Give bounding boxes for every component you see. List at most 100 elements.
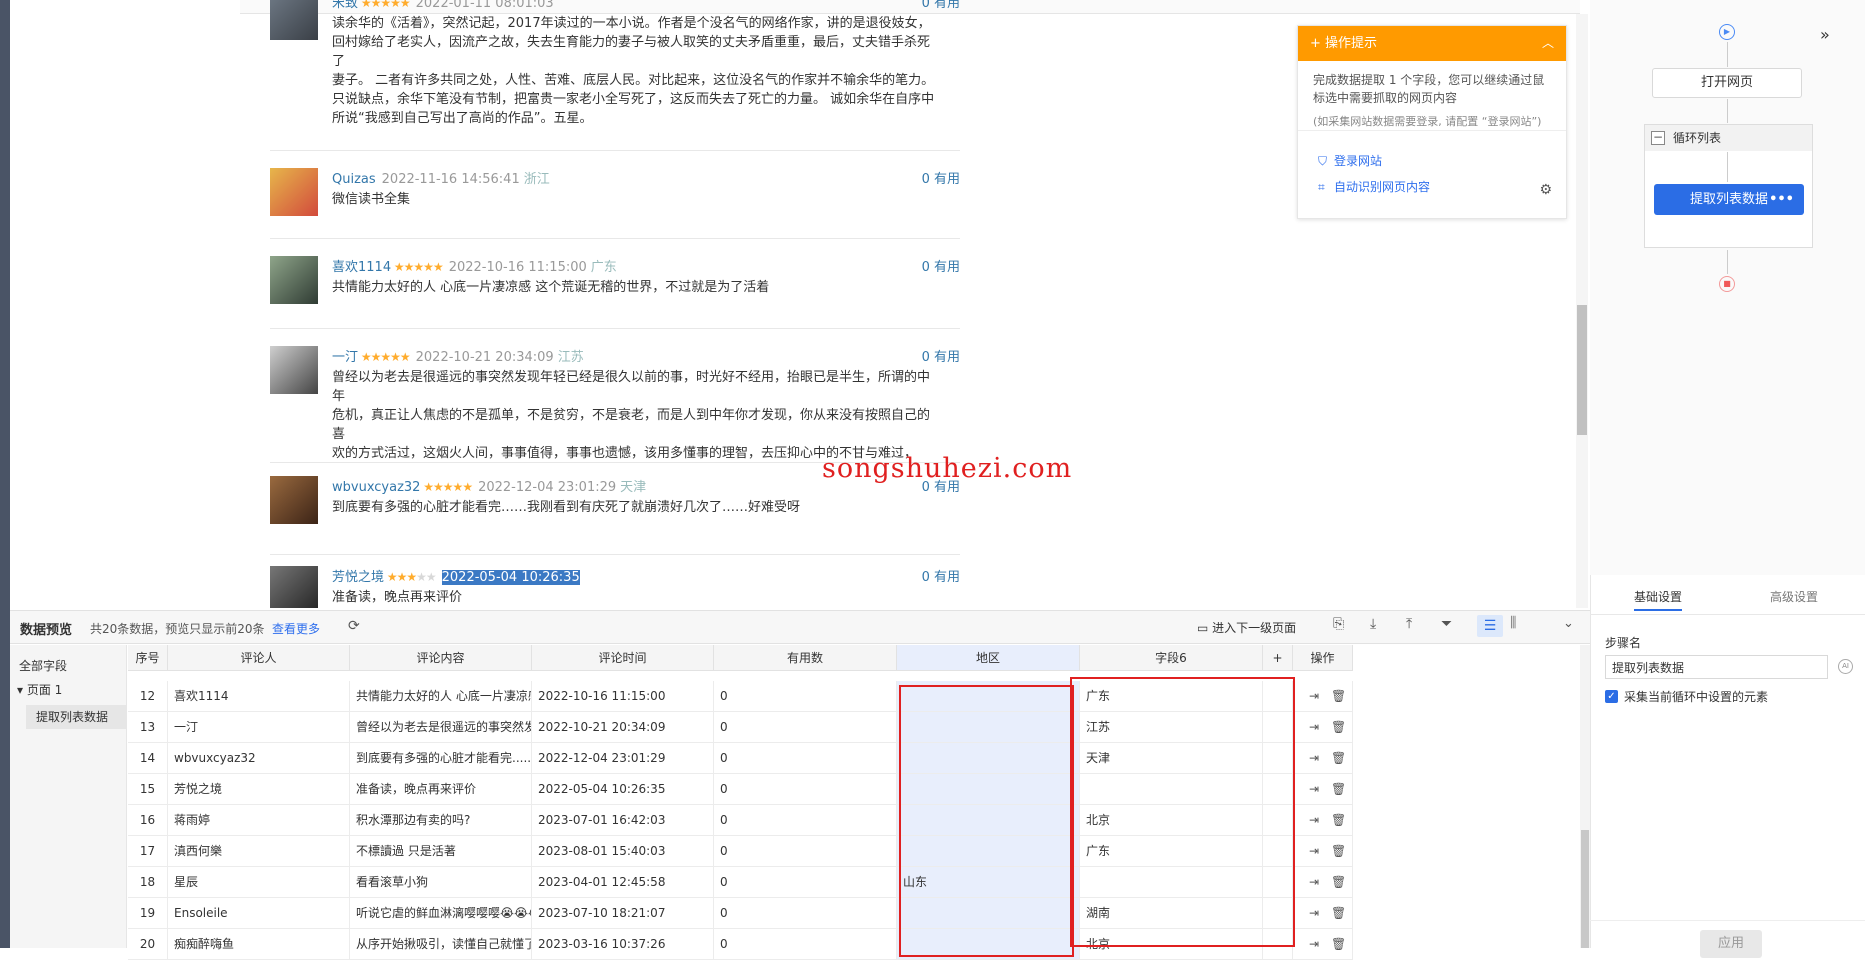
table-cell[interactable]: 18	[128, 867, 168, 898]
column-view-icon[interactable]: ⫼	[1510, 615, 1516, 631]
table-cell[interactable]: 16	[128, 805, 168, 836]
table-cell[interactable]: 2023-03-16 10:37:26	[532, 929, 714, 960]
refresh-icon[interactable]: ⟳	[348, 618, 360, 634]
trash-icon[interactable]: 🗑	[1331, 774, 1346, 804]
trash-icon[interactable]: 🗑	[1331, 836, 1346, 866]
table-cell[interactable]: 看看滚草小狗	[350, 867, 532, 898]
gear-icon[interactable]: ⚙	[1539, 182, 1552, 198]
tree-page-1[interactable]: ▾ 页面 1	[17, 681, 62, 698]
tip-header[interactable]: + 操作提示 ︿	[1298, 26, 1566, 61]
add-page-icon[interactable]: ⎘	[1333, 616, 1344, 632]
table-cell[interactable]: 积水潭那边有卖的吗?	[350, 805, 532, 836]
avatar[interactable]	[270, 476, 318, 524]
flow-open-page[interactable]: 打开网页	[1652, 68, 1802, 98]
trash-icon[interactable]: 🗑	[1331, 929, 1346, 959]
useful-vote-link[interactable]: 0 有用	[922, 256, 960, 275]
useful-vote-link[interactable]: 0 有用	[922, 346, 960, 365]
upload-icon[interactable]: ⤒	[1406, 616, 1412, 632]
double-chevron-right-icon[interactable]: »	[1820, 25, 1830, 44]
jump-icon[interactable]: ⇥	[1309, 805, 1319, 835]
jump-icon[interactable]: ⇥	[1309, 898, 1319, 928]
jump-icon[interactable]: ⇥	[1309, 867, 1319, 897]
table-cell[interactable]: 14	[128, 743, 168, 774]
table-cell[interactable]: 2022-12-04 23:01:29	[532, 743, 714, 774]
view-more-link[interactable]: 查看更多	[272, 620, 320, 637]
collapse-icon[interactable]: −	[1651, 131, 1665, 145]
useful-vote-link[interactable]: 0 有用	[922, 168, 960, 187]
table-cell[interactable]: 不標讀過 只是活著	[350, 836, 532, 867]
column-header[interactable]: 序号	[128, 645, 168, 671]
table-cell[interactable]: 17	[128, 836, 168, 867]
review-user-link[interactable]: 一汀	[332, 350, 358, 365]
trash-icon[interactable]: 🗑	[1331, 867, 1346, 897]
column-header[interactable]: 有用数	[714, 645, 897, 671]
stop-icon[interactable]: ■	[1719, 276, 1735, 292]
flow-extract-list[interactable]: 提取列表数据 •••	[1654, 184, 1804, 215]
apply-button[interactable]: 应用	[1700, 930, 1762, 958]
useful-vote-link[interactable]: 0 有用	[922, 0, 960, 11]
table-cell[interactable]: 痴痴醉嗨鱼	[168, 929, 350, 960]
play-icon[interactable]: ▶	[1719, 24, 1735, 40]
avatar[interactable]	[270, 0, 318, 40]
tab-advanced-settings[interactable]: 高级设置	[1770, 585, 1818, 609]
table-cell[interactable]: 星辰	[168, 867, 350, 898]
next-level-page-button[interactable]: ▭ 进入下一级页面	[1197, 619, 1296, 636]
more-icon[interactable]: •••	[1769, 184, 1794, 215]
table-cell[interactable]: 2023-04-01 12:45:58	[532, 867, 714, 898]
trash-icon[interactable]: 🗑	[1331, 898, 1346, 928]
table-cell[interactable]: 0	[714, 805, 897, 836]
table-cell[interactable]: 15	[128, 774, 168, 805]
table-cell[interactable]: 0	[714, 867, 897, 898]
table-cell[interactable]: 滇西何樂	[168, 836, 350, 867]
table-cell[interactable]: 共情能力太好的人 心底一片凄凉感 ...	[350, 681, 532, 712]
tree-all-fields[interactable]: 全部字段	[19, 657, 67, 674]
jump-icon[interactable]: ⇥	[1309, 681, 1319, 711]
review-user-link[interactable]: 宋致	[332, 0, 358, 11]
table-cell[interactable]: wbvuxcyaz32	[168, 743, 350, 774]
table-cell[interactable]: 曾经以为老去是很遥远的事突然发现...	[350, 712, 532, 743]
login-site-link[interactable]: ⛉ 登录网站	[1318, 152, 1382, 169]
download-icon[interactable]: ⤓	[1370, 616, 1376, 632]
jump-icon[interactable]: ⇥	[1309, 743, 1319, 773]
avatar[interactable]	[270, 256, 318, 304]
review-user-link[interactable]: wbvuxcyaz32	[332, 480, 420, 495]
table-cell[interactable]: 一汀	[168, 712, 350, 743]
table-cell[interactable]: 听说它虐的鲜血淋漓嘤嘤嘤😭😭😭	[350, 898, 532, 929]
list-view-icon[interactable]: ☰	[1477, 615, 1503, 637]
ai-icon[interactable]: AI	[1838, 659, 1853, 674]
table-cell[interactable]: 准备读，晚点再来评价	[350, 774, 532, 805]
jump-icon[interactable]: ⇥	[1309, 929, 1319, 959]
trash-icon[interactable]: 🗑	[1331, 681, 1346, 711]
table-cell[interactable]: Ensoleile	[168, 898, 350, 929]
table-cell[interactable]: 2022-10-16 11:15:00	[532, 681, 714, 712]
review-user-link[interactable]: Quizas	[332, 172, 376, 187]
table-cell[interactable]: 2022-05-04 10:26:35	[532, 774, 714, 805]
chevron-double-down-icon[interactable]: ⌄	[1563, 616, 1574, 631]
table-cell[interactable]: 0	[714, 836, 897, 867]
table-cell[interactable]: 喜欢1114	[168, 681, 350, 712]
trash-icon[interactable]: 🗑	[1331, 743, 1346, 773]
tree-extract-list[interactable]: 提取列表数据	[26, 705, 126, 729]
table-cell[interactable]: 到底要有多强的心脏才能看完......我...	[350, 743, 532, 774]
table-cell[interactable]: 12	[128, 681, 168, 712]
column-header[interactable]: 操作	[1293, 645, 1353, 671]
collect-current-loop-checkbox[interactable]: ✓	[1605, 690, 1618, 703]
step-name-input[interactable]	[1605, 655, 1828, 679]
table-cell[interactable]: 2023-07-10 18:21:07	[532, 898, 714, 929]
trash-icon[interactable]: 🗑	[1331, 805, 1346, 835]
table-cell[interactable]: 2023-07-01 16:42:03	[532, 805, 714, 836]
column-header[interactable]: 评论时间	[532, 645, 714, 671]
table-cell[interactable]: 芳悦之境	[168, 774, 350, 805]
tab-basic-settings[interactable]: 基础设置	[1634, 585, 1683, 611]
avatar[interactable]	[270, 566, 318, 608]
review-user-link[interactable]: 喜欢1114	[332, 260, 391, 275]
useful-vote-link[interactable]: 0 有用	[922, 566, 960, 585]
page-scrollbar-thumb[interactable]	[1577, 305, 1587, 435]
table-cell[interactable]: 20	[128, 929, 168, 960]
avatar[interactable]	[270, 168, 318, 216]
table-cell[interactable]: 2022-10-21 20:34:09	[532, 712, 714, 743]
column-header[interactable]: 评论内容	[350, 645, 532, 671]
add-column-button[interactable]: +	[1263, 645, 1293, 671]
table-cell[interactable]: 0	[714, 898, 897, 929]
jump-icon[interactable]: ⇥	[1309, 836, 1319, 866]
